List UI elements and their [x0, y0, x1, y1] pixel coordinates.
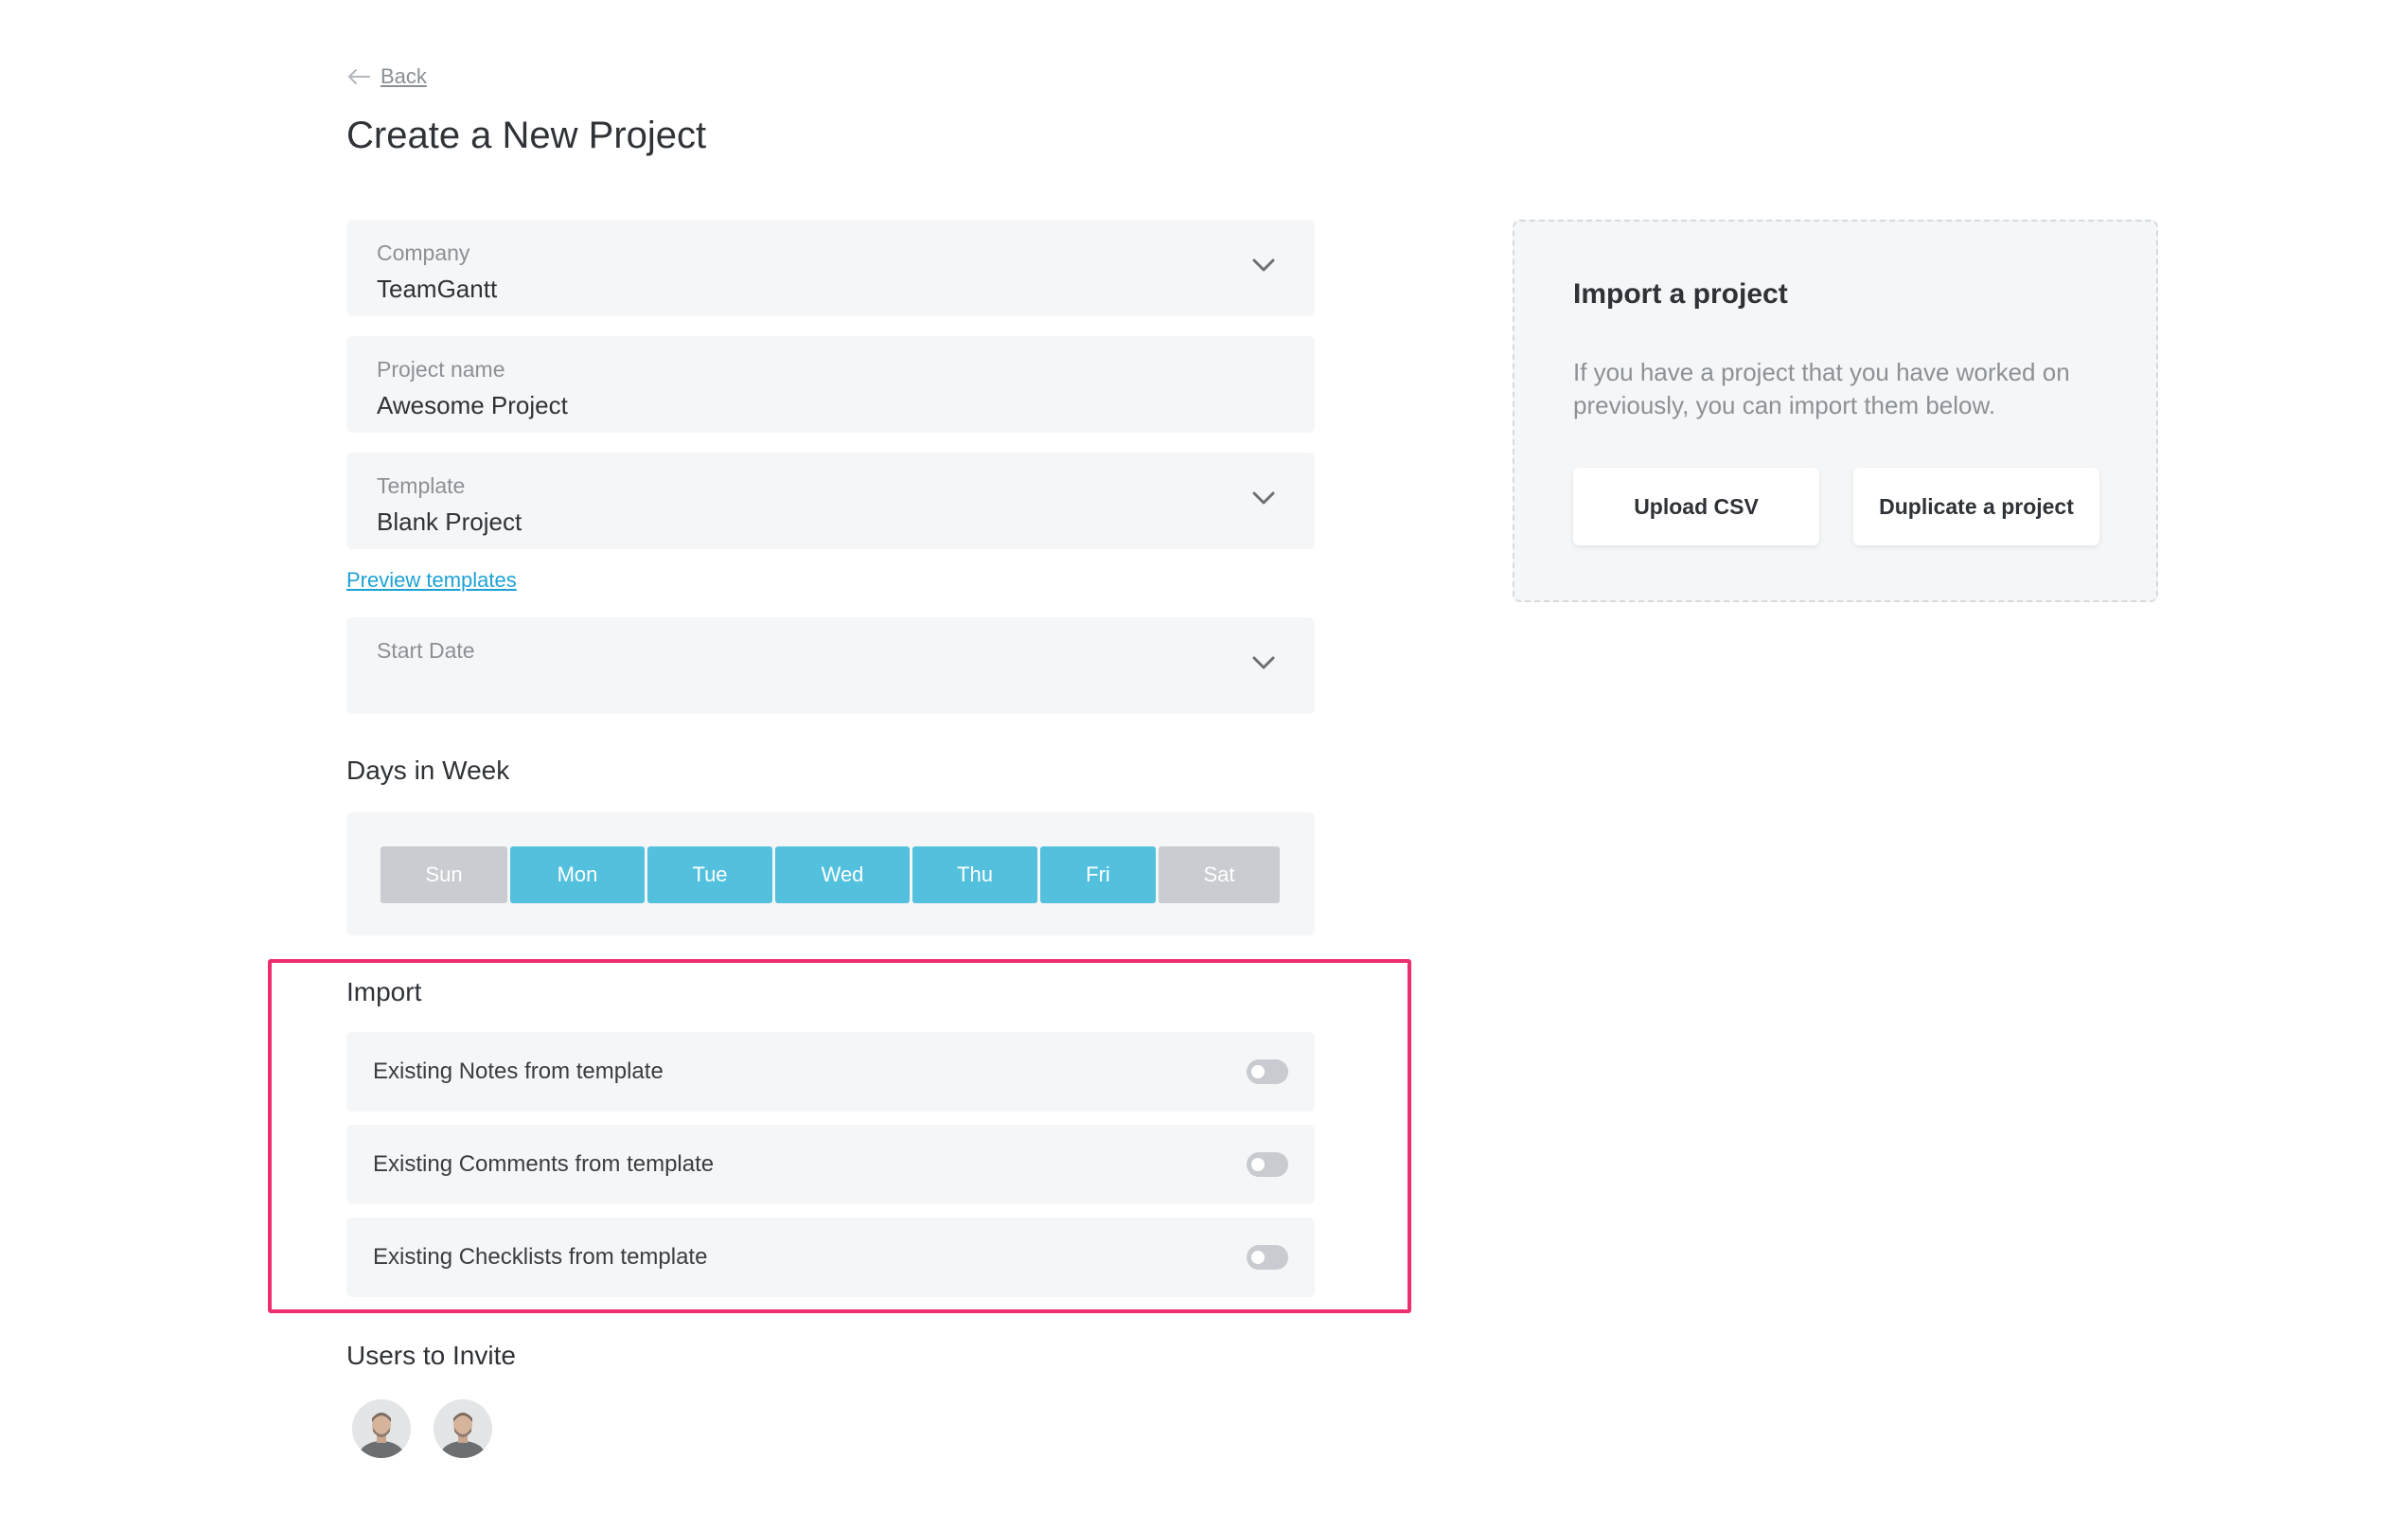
start-date-label: Start Date: [377, 638, 475, 663]
company-label: Company: [377, 240, 470, 265]
back-link[interactable]: Back: [346, 62, 427, 91]
page-title: Create a New Project: [346, 115, 707, 156]
day-fri-button[interactable]: Fri: [1040, 846, 1156, 903]
avatar[interactable]: [352, 1399, 411, 1458]
start-date-select[interactable]: Start Date: [346, 617, 1315, 714]
import-project-panel: Import a project If you have a project t…: [1513, 220, 2158, 602]
day-tue-button[interactable]: Tue: [647, 846, 772, 903]
import-project-description: If you have a project that you have work…: [1573, 358, 2070, 419]
day-wed-button[interactable]: Wed: [775, 846, 910, 903]
chevron-down-icon: [1252, 656, 1275, 669]
day-mon-button[interactable]: Mon: [510, 846, 645, 903]
days-in-week-heading: Days in Week: [346, 756, 510, 785]
import-comments-row: Existing Comments from template: [346, 1125, 1315, 1204]
days-selector: Sun Mon Tue Wed Thu Fri Sat: [381, 846, 1280, 903]
upload-csv-button[interactable]: Upload CSV: [1573, 468, 1819, 545]
import-checklists-label: Existing Checklists from template: [373, 1244, 708, 1270]
person-icon: [434, 1399, 492, 1458]
avatar[interactable]: [434, 1399, 492, 1458]
toggle-knob: [1251, 1065, 1265, 1078]
company-select[interactable]: Company TeamGantt: [346, 220, 1315, 316]
chevron-down-icon: [1252, 491, 1275, 505]
import-project-title: Import a project: [1573, 278, 1788, 310]
users-to-invite-heading: Users to Invite: [346, 1341, 516, 1370]
import-checklists-toggle[interactable]: [1247, 1245, 1288, 1270]
import-notes-row: Existing Notes from template: [346, 1032, 1315, 1112]
import-comments-toggle[interactable]: [1247, 1152, 1288, 1177]
template-label: Template: [377, 473, 466, 498]
person-icon: [352, 1399, 411, 1458]
project-name-input[interactable]: Project name Awesome Project: [346, 336, 1315, 433]
import-notes-label: Existing Notes from template: [373, 1059, 664, 1084]
template-select[interactable]: Template Blank Project: [346, 453, 1315, 549]
duplicate-project-button[interactable]: Duplicate a project: [1853, 468, 2099, 545]
project-name-label: Project name: [377, 357, 505, 382]
day-thu-button[interactable]: Thu: [912, 846, 1037, 903]
preview-templates-link[interactable]: Preview templates: [346, 568, 517, 593]
import-notes-toggle[interactable]: [1247, 1059, 1288, 1084]
toggle-knob: [1251, 1158, 1265, 1171]
import-comments-label: Existing Comments from template: [373, 1151, 715, 1177]
toggle-knob: [1251, 1251, 1265, 1264]
day-sat-button[interactable]: Sat: [1159, 846, 1280, 903]
project-name-value: Awesome Project: [377, 391, 568, 419]
import-checklists-row: Existing Checklists from template: [346, 1218, 1315, 1297]
arrow-left-icon: [348, 69, 370, 84]
day-sun-button[interactable]: Sun: [381, 846, 507, 903]
company-value: TeamGantt: [377, 275, 498, 303]
chevron-down-icon: [1252, 258, 1275, 272]
import-heading: Import: [346, 977, 422, 1006]
template-value: Blank Project: [377, 507, 522, 536]
back-label: Back: [381, 64, 427, 88]
